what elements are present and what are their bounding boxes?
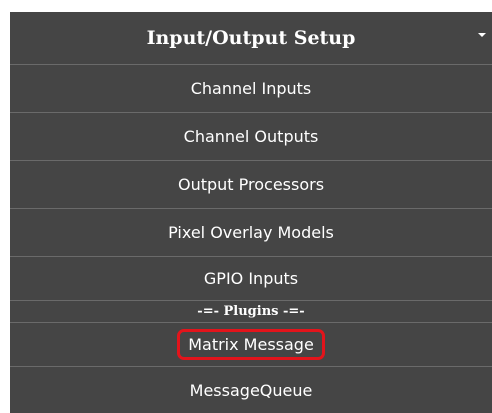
plugins-divider: -=- Plugins -=- xyxy=(10,301,492,323)
menu-header-input-output-setup[interactable]: Input/Output Setup xyxy=(10,12,492,65)
menu-item-output-processors[interactable]: Output Processors xyxy=(10,161,492,209)
caret-down-icon xyxy=(478,33,486,37)
menu-item-channel-inputs[interactable]: Channel Inputs xyxy=(10,65,492,113)
menu-item-gpio-inputs[interactable]: GPIO Inputs xyxy=(10,257,492,301)
menu-item-channel-outputs[interactable]: Channel Outputs xyxy=(10,113,492,161)
menu-item-label: Pixel Overlay Models xyxy=(168,223,334,242)
menu-item-messagequeue[interactable]: MessageQueue xyxy=(10,367,492,413)
menu-item-label: Output Processors xyxy=(177,175,325,194)
highlighted-menu-item-label: Matrix Message xyxy=(177,329,325,360)
menu-item-pixel-overlay-models[interactable]: Pixel Overlay Models xyxy=(10,209,492,257)
menu-header-label: Input/Output Setup xyxy=(146,27,356,49)
menu-item-label: GPIO Inputs xyxy=(203,269,299,288)
menu-item-label: Channel Outputs xyxy=(183,127,319,146)
menu-item-label: Channel Inputs xyxy=(190,79,312,98)
menu-item-label: MessageQueue xyxy=(189,380,313,400)
plugins-divider-label: -=- Plugins -=- xyxy=(197,304,305,319)
dropdown-menu: Input/Output Setup Channel Inputs Channe… xyxy=(10,12,492,413)
menu-item-matrix-message[interactable]: Matrix Message xyxy=(10,323,492,367)
